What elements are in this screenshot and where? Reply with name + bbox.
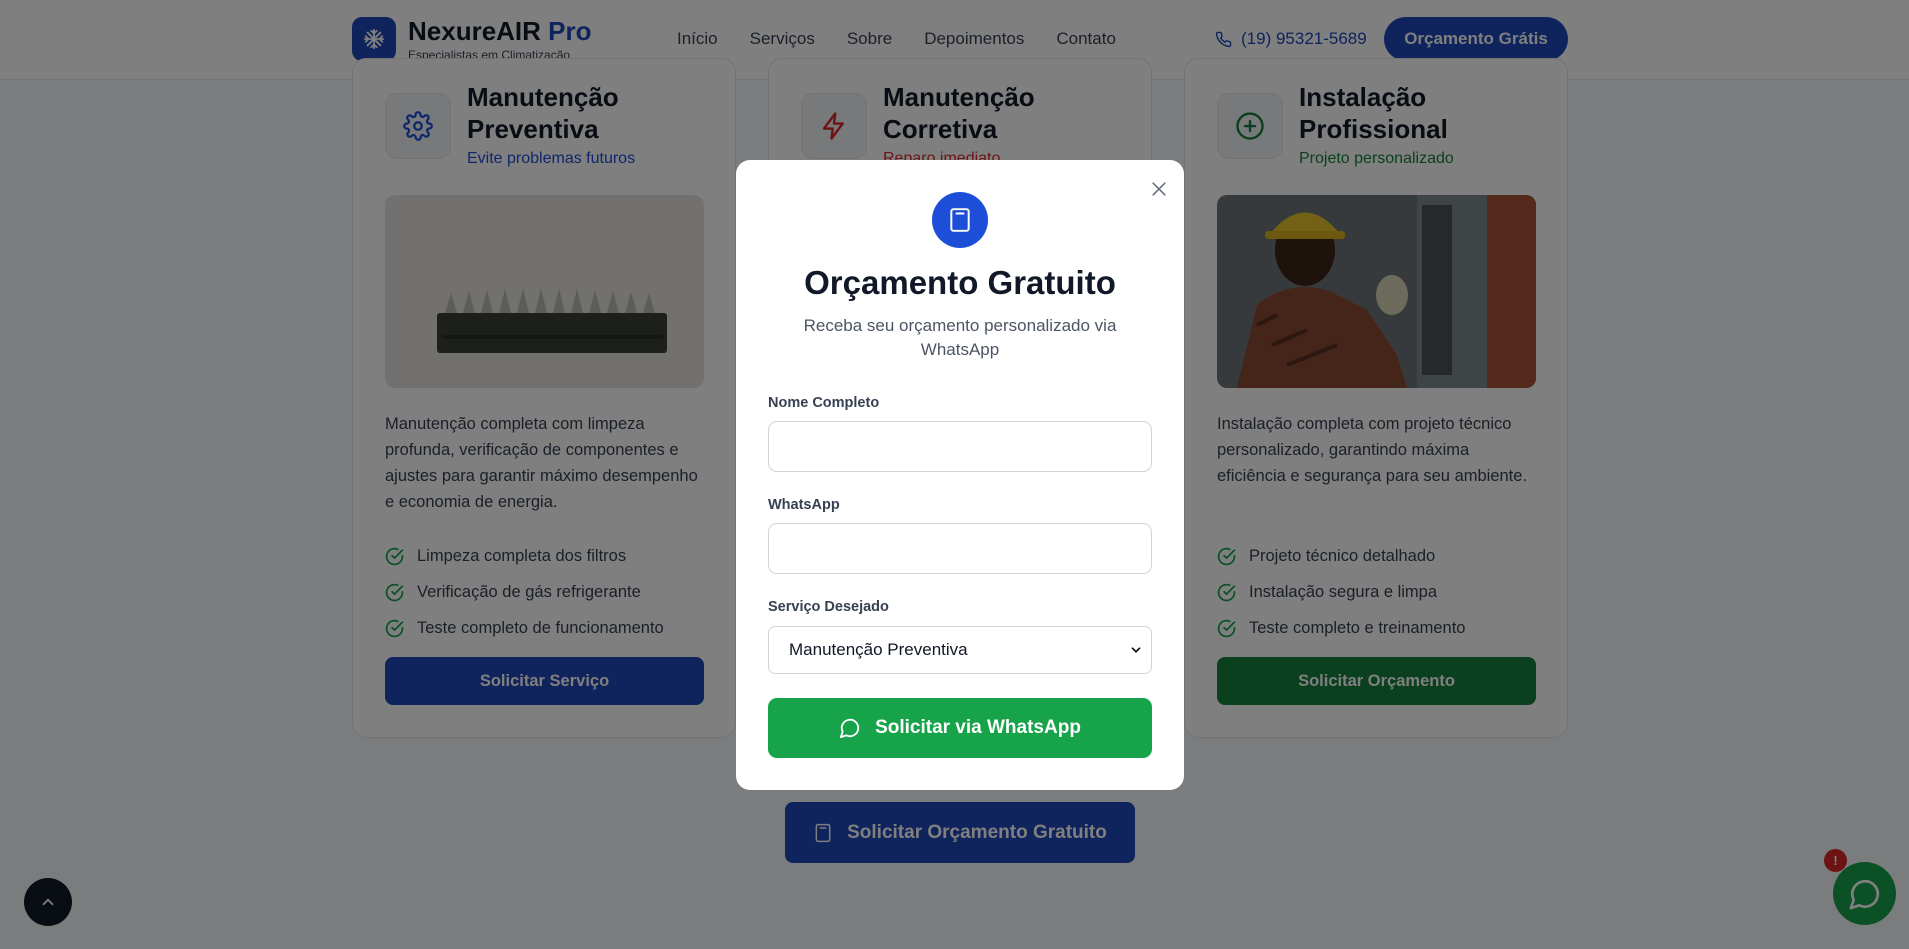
whatsapp-label: WhatsApp bbox=[768, 497, 840, 513]
name-input[interactable] bbox=[768, 421, 1152, 472]
chat-bubble-icon bbox=[839, 718, 860, 739]
whatsapp-input[interactable] bbox=[768, 523, 1152, 574]
calculator-icon bbox=[932, 192, 988, 248]
modal-subtitle: Receba seu orçamento personalizado via W… bbox=[803, 316, 1117, 359]
whatsapp-submit-button[interactable]: Solicitar via WhatsApp bbox=[768, 698, 1152, 758]
modal-title: Orçamento Gratuito bbox=[804, 264, 1116, 301]
service-selected-value: Manutenção Preventiva bbox=[789, 640, 968, 659]
quote-modal: Orçamento Gratuito Receba seu orçamento … bbox=[736, 160, 1184, 790]
service-select[interactable]: Manutenção Preventiva bbox=[768, 626, 1152, 674]
name-label: Nome Completo bbox=[768, 395, 880, 411]
chevron-down-icon bbox=[1131, 647, 1141, 653]
service-label: Serviço Desejado bbox=[768, 599, 889, 615]
close-icon[interactable] bbox=[1146, 176, 1172, 202]
